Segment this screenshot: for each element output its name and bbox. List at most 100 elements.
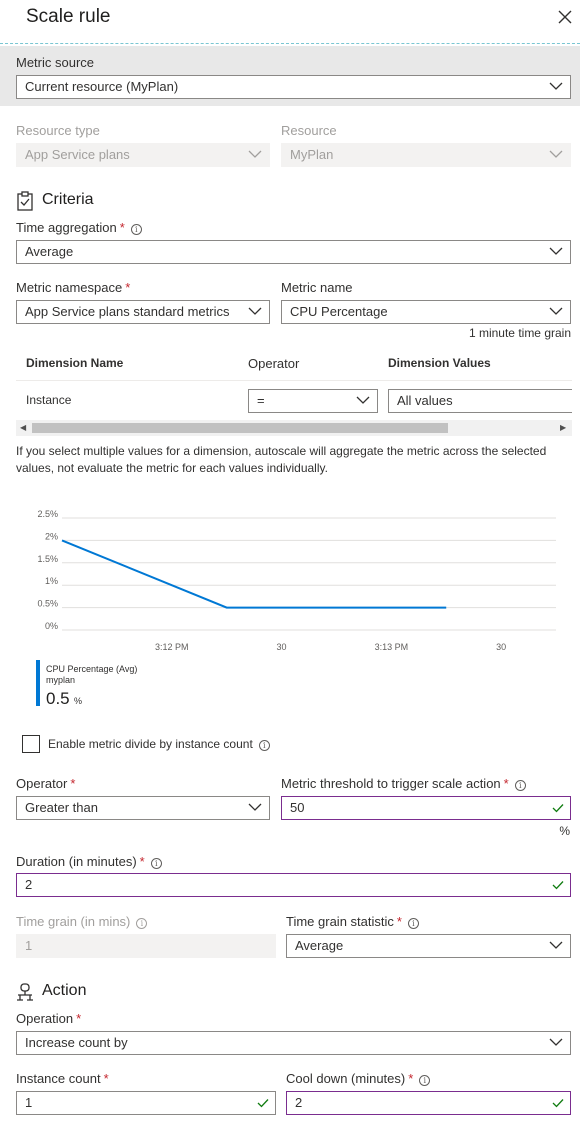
info-icon[interactable]: i — [407, 918, 419, 929]
info-icon[interactable]: i — [258, 740, 270, 751]
y-tick-label: 0% — [45, 621, 58, 631]
resource-type-value: App Service plans — [25, 147, 130, 162]
y-tick-label: 2.5% — [37, 509, 58, 519]
dimension-operator-value: = — [257, 393, 265, 408]
dimension-name-header: Dimension Name — [26, 356, 124, 370]
threshold-input[interactable]: 50 — [281, 796, 571, 820]
info-icon[interactable]: i — [130, 224, 142, 235]
metric-source-value: Current resource (MyPlan) — [25, 79, 179, 94]
divide-by-instance-checkbox[interactable] — [22, 735, 40, 753]
legend-value: 0.5 — [46, 689, 70, 708]
threshold-unit: % — [559, 824, 570, 838]
time-grain-value: 1 — [25, 938, 33, 953]
time-grain-input: 1 — [16, 934, 276, 958]
duration-label: Duration (in minutes) * i — [16, 854, 162, 869]
dimension-values-dropdown[interactable]: All values — [388, 389, 572, 413]
instance-count-label: Instance count * — [16, 1071, 109, 1086]
clipboard-check-icon — [17, 191, 33, 211]
operation-dropdown[interactable]: Increase count by — [16, 1031, 571, 1055]
operator-dropdown[interactable]: Greater than — [16, 796, 270, 820]
chevron-down-icon — [549, 150, 563, 158]
scroll-left-icon[interactable]: ◀ — [20, 424, 28, 432]
chevron-down-icon — [549, 1038, 563, 1046]
operation-value: Increase count by — [25, 1035, 128, 1050]
metric-name-label: Metric name — [281, 280, 353, 295]
cpu-chart: 0% 0.5% 1% 1.5% 2% 2.5% 3:12 PM 30 3:13 PM 30 CPU … — [36, 509, 556, 708]
cool-down-value: 2 — [295, 1095, 303, 1110]
y-tick-label: 1% — [45, 576, 58, 586]
threshold-value: 50 — [290, 800, 305, 815]
instance-count-input[interactable]: 1 — [16, 1091, 276, 1115]
legend-unit: % — [74, 696, 82, 706]
horizontal-scrollbar[interactable]: ◀ ▶ — [16, 420, 572, 436]
time-grain-label: Time grain (in mins) i — [16, 914, 148, 929]
divide-by-instance-label: Enable metric divide by instance count i — [48, 737, 270, 751]
time-aggregation-label: Time aggregation * i — [16, 220, 142, 235]
x-tick-label: 3:13 PM — [375, 642, 409, 652]
time-aggregation-dropdown[interactable]: Average — [16, 240, 571, 264]
cool-down-input[interactable]: 2 — [286, 1091, 571, 1115]
time-grain-statistic-label: Time grain statistic * i — [286, 914, 419, 929]
action-icon — [17, 983, 33, 1001]
metric-name-dropdown[interactable]: CPU Percentage — [281, 300, 571, 324]
y-tick-label: 2% — [45, 531, 58, 541]
time-grain-statistic-value: Average — [295, 938, 344, 953]
metric-source-label: Metric source — [16, 55, 95, 70]
duration-input[interactable]: 2 — [16, 873, 571, 897]
info-icon[interactable]: i — [514, 780, 526, 791]
info-icon[interactable]: i — [150, 858, 162, 869]
checkmark-icon — [257, 1099, 269, 1108]
x-tick-label: 30 — [496, 642, 506, 652]
time-aggregation-value: Average — [25, 244, 74, 259]
dimension-values-value: All values — [397, 393, 453, 408]
dimension-row-name: Instance — [26, 393, 72, 407]
dimension-values-header: Dimension Values — [388, 356, 491, 370]
x-tick-label: 30 — [277, 642, 287, 652]
metric-source-dropdown[interactable]: Current resource (MyPlan) — [16, 75, 571, 99]
scrollbar-thumb[interactable] — [32, 423, 448, 433]
action-heading: Action — [17, 982, 86, 1001]
table-divider — [16, 380, 572, 381]
cool-down-label: Cool down (minutes) * i — [286, 1071, 431, 1086]
operator-label: Operator * — [16, 776, 76, 791]
metric-namespace-label: Metric namespace * — [16, 280, 131, 295]
chevron-down-icon — [549, 247, 563, 255]
duration-value: 2 — [25, 877, 33, 892]
legend-resource-name: myplan — [46, 675, 75, 685]
operator-value: Greater than — [25, 800, 98, 815]
resource-dropdown: MyPlan — [281, 143, 571, 167]
info-icon[interactable]: i — [419, 1075, 431, 1086]
threshold-label: Metric threshold to trigger scale action… — [281, 776, 526, 791]
chevron-down-icon — [549, 82, 563, 90]
resource-label: Resource — [281, 123, 337, 138]
chevron-down-icon — [248, 803, 262, 811]
metric-namespace-value: App Service plans standard metrics — [25, 304, 230, 319]
checkmark-icon — [552, 1099, 564, 1108]
panel-header: Scale rule — [0, 0, 580, 44]
scroll-right-icon[interactable]: ▶ — [560, 424, 568, 432]
time-grain-note: 1 minute time grain — [468, 326, 571, 340]
legend-series-name: CPU Percentage (Avg) — [46, 664, 137, 674]
chevron-down-icon — [248, 150, 262, 158]
metric-name-value: CPU Percentage — [290, 304, 388, 319]
operation-label: Operation * — [16, 1011, 82, 1026]
metric-namespace-dropdown[interactable]: App Service plans standard metrics — [16, 300, 270, 324]
checkmark-icon — [552, 881, 564, 890]
info-icon[interactable]: i — [136, 918, 148, 929]
chevron-down-icon — [356, 396, 370, 404]
time-grain-statistic-dropdown[interactable]: Average — [286, 934, 571, 958]
legend-color-bar — [36, 660, 40, 706]
operator-header: Operator — [248, 356, 300, 371]
page-title: Scale rule — [26, 6, 111, 27]
checkmark-icon — [552, 804, 564, 813]
dimension-operator-dropdown[interactable]: = — [248, 389, 378, 413]
x-tick-label: 3:12 PM — [155, 642, 189, 652]
series-line-cpu-percentage — [61, 539, 447, 609]
aggregation-note: If you select multiple values for a dime… — [16, 444, 547, 475]
close-icon[interactable] — [556, 8, 574, 26]
resource-type-label: Resource type — [16, 123, 100, 138]
chevron-down-icon — [549, 307, 563, 315]
chevron-down-icon — [549, 941, 563, 949]
resource-value: MyPlan — [290, 147, 334, 162]
y-tick-label: 1.5% — [37, 554, 58, 564]
